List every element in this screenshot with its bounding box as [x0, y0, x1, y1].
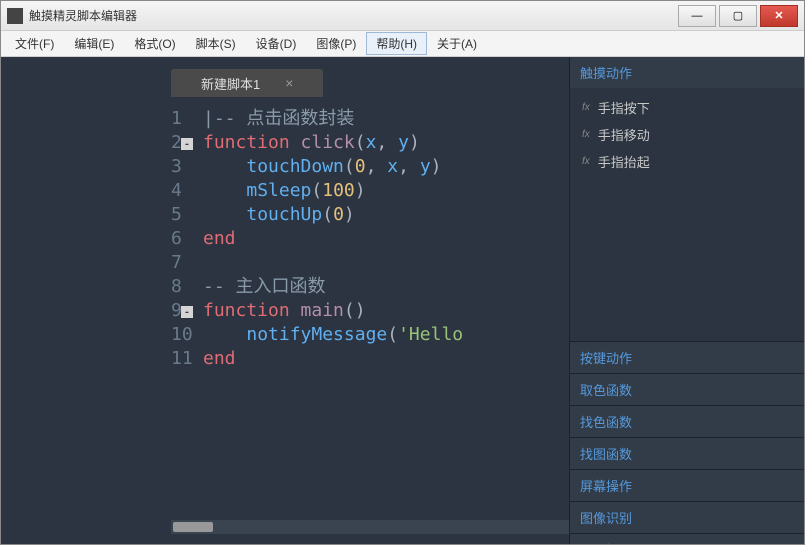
menubar: 文件(F) 编辑(E) 格式(O) 脚本(S) 设备(D) 图像(P) 帮助(H…	[1, 31, 804, 57]
sidebar-header-findcolor[interactable]: 找色函数	[570, 406, 804, 437]
horizontal-scrollbar[interactable]	[171, 520, 569, 534]
sidebar-header-findimage[interactable]: 找图函数	[570, 438, 804, 469]
app-window: 触摸精灵脚本编辑器 — ▢ ✕ 文件(F) 编辑(E) 格式(O) 脚本(S) …	[0, 0, 805, 545]
fold-column: - -	[181, 97, 199, 520]
content-area: 新建脚本1 × 1234567891011 - - |-- 点击函数封装 fun…	[1, 57, 804, 544]
close-button[interactable]: ✕	[760, 5, 798, 27]
code-editor[interactable]: 1234567891011 - - |-- 点击函数封装 function cl…	[1, 97, 569, 520]
app-icon	[7, 8, 23, 24]
editor-top-gap	[1, 57, 569, 67]
sidebar-item-touchup[interactable]: fx手指抬起	[570, 148, 804, 175]
sidebar-header-imagerec[interactable]: 图像识别	[570, 502, 804, 533]
file-tab[interactable]: 新建脚本1 ×	[171, 69, 323, 97]
window-title: 触摸精灵脚本编辑器	[29, 7, 678, 24]
fold-icon[interactable]: -	[181, 138, 193, 150]
fx-icon: fx	[582, 102, 590, 113]
sidebar-body-touch: fx手指按下 fx手指移动 fx手指抬起	[570, 88, 804, 341]
sidebar: 触摸动作 fx手指按下 fx手指移动 fx手指抬起 按键动作 取色函数 找色函数…	[569, 57, 804, 544]
sidebar-header-keypress[interactable]: 按键动作	[570, 342, 804, 373]
menu-image[interactable]: 图像(P)	[306, 32, 366, 55]
window-controls: — ▢ ✕	[678, 5, 798, 27]
menu-about[interactable]: 关于(A)	[427, 32, 487, 55]
scrollbar-thumb[interactable]	[173, 522, 213, 532]
tabbar: 新建脚本1 ×	[1, 67, 569, 97]
sidebar-header-screen[interactable]: 屏幕操作	[570, 470, 804, 501]
sidebar-header-appop[interactable]: 应用操作	[570, 534, 804, 544]
close-tab-icon[interactable]: ×	[285, 75, 293, 91]
minimize-button[interactable]: —	[678, 5, 716, 27]
sidebar-item-touchmove[interactable]: fx手指移动	[570, 121, 804, 148]
menu-script[interactable]: 脚本(S)	[186, 32, 246, 55]
menu-file[interactable]: 文件(F)	[5, 32, 64, 55]
fx-icon: fx	[582, 129, 590, 140]
code-text[interactable]: |-- 点击函数封装 function click(x, y) touchDow…	[199, 97, 569, 520]
line-gutter: 1234567891011	[1, 97, 181, 520]
maximize-button[interactable]: ▢	[719, 5, 757, 27]
fx-icon: fx	[582, 156, 590, 167]
sidebar-item-touchdown[interactable]: fx手指按下	[570, 94, 804, 121]
sidebar-section-touch: 触摸动作 fx手指按下 fx手指移动 fx手指抬起	[570, 57, 804, 342]
fold-icon[interactable]: -	[181, 306, 193, 318]
menu-edit[interactable]: 编辑(E)	[64, 32, 124, 55]
menu-help[interactable]: 帮助(H)	[366, 32, 427, 55]
editor-area: 新建脚本1 × 1234567891011 - - |-- 点击函数封装 fun…	[1, 57, 569, 544]
tab-label: 新建脚本1	[201, 74, 260, 93]
editor-bottom-gap	[1, 534, 569, 544]
sidebar-header-touch[interactable]: 触摸动作	[570, 57, 804, 88]
sidebar-header-getcolor[interactable]: 取色函数	[570, 374, 804, 405]
titlebar[interactable]: 触摸精灵脚本编辑器 — ▢ ✕	[1, 1, 804, 31]
menu-device[interactable]: 设备(D)	[246, 32, 307, 55]
menu-format[interactable]: 格式(O)	[124, 32, 185, 55]
